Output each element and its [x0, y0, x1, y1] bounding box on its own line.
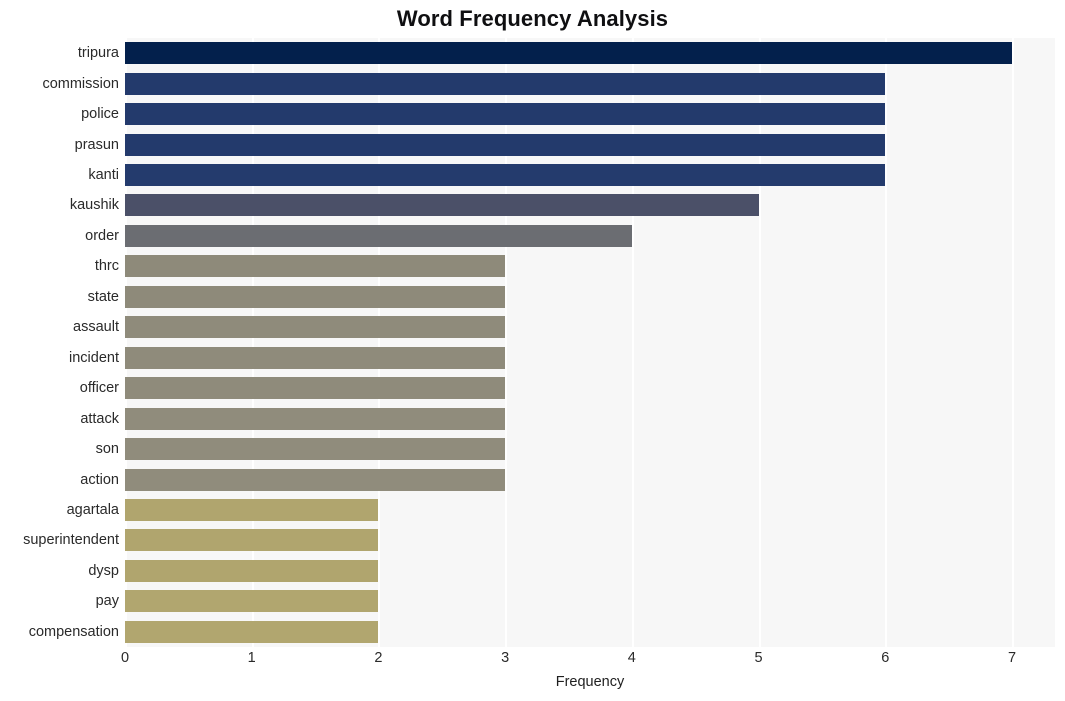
bar-superintendent[interactable] [125, 529, 379, 552]
bar-attack[interactable] [125, 407, 506, 430]
y-tick-label-prasun: prasun [74, 136, 119, 153]
x-tick-label-4: 4 [627, 650, 636, 666]
bar-kaushik[interactable] [125, 194, 759, 217]
bar-police[interactable] [125, 103, 886, 126]
y-tick-label-attack: attack [80, 410, 119, 427]
x-tick-label-7: 7 [1007, 650, 1017, 666]
y-tick-label-son: son [95, 441, 119, 458]
plot-area [125, 38, 1055, 647]
y-tick-label-state: state [87, 288, 119, 305]
chart-title: Word Frequency Analysis [396, 6, 669, 31]
y-tick-label-order: order [85, 227, 119, 244]
y-tick-label-officer: officer [79, 380, 119, 397]
x-axis-title: Frequency [555, 674, 625, 690]
x-tick-label-3: 3 [501, 650, 510, 666]
x-tick-label-2: 2 [374, 650, 383, 666]
bar-action[interactable] [125, 468, 506, 491]
y-tick-label-police: police [81, 106, 119, 123]
y-tick-label-action: action [80, 471, 119, 488]
y-tick-label-assault: assault [73, 319, 119, 336]
bar-state[interactable] [125, 285, 506, 308]
y-tick-label-agartala: agartala [66, 501, 119, 518]
y-axis-labels: tripura commission police prasun kanti kaushi… [0, 38, 119, 647]
bar-officer[interactable] [125, 377, 506, 400]
bar-dysp[interactable] [125, 559, 379, 582]
bar-incident[interactable] [125, 346, 506, 369]
x-tick-label-6: 6 [881, 650, 890, 666]
y-tick-label-thrc: thrc [94, 258, 119, 275]
y-tick-label-dysp: dysp [88, 562, 119, 579]
x-axis-ticks: 0 1 2 3 4 5 6 7 [121, 650, 1055, 672]
y-tick-label-pay: pay [95, 593, 119, 610]
bar-commission[interactable] [125, 72, 886, 95]
bar-agartala[interactable] [125, 498, 379, 521]
bar-kanti[interactable] [125, 164, 886, 187]
x-tick-label-1: 1 [247, 650, 256, 666]
y-tick-label-kaushik: kaushik [69, 197, 119, 214]
word-frequency-bar-chart: Word Frequency Analysis tripura commissio… [0, 0, 1065, 701]
bar-prasun[interactable] [125, 133, 886, 156]
y-tick-label-commission: commission [42, 75, 119, 92]
y-tick-label-tripura: tripura [77, 45, 119, 62]
bar-thrc[interactable] [125, 255, 506, 278]
bar-order[interactable] [125, 224, 632, 247]
y-tick-label-superintendent: superintendent [23, 532, 119, 549]
bar-pay[interactable] [125, 590, 379, 613]
bar-compensation[interactable] [125, 620, 379, 643]
y-tick-label-incident: incident [69, 349, 119, 366]
bar-assault[interactable] [125, 316, 506, 339]
bar-tripura[interactable] [125, 42, 1012, 65]
y-tick-label-kanti: kanti [88, 167, 119, 184]
bars-group [125, 38, 1055, 647]
x-tick-label-0: 0 [120, 650, 130, 666]
bar-son[interactable] [125, 438, 506, 461]
x-tick-label-5: 5 [754, 650, 763, 666]
y-tick-label-compensation: compensation [28, 623, 119, 640]
